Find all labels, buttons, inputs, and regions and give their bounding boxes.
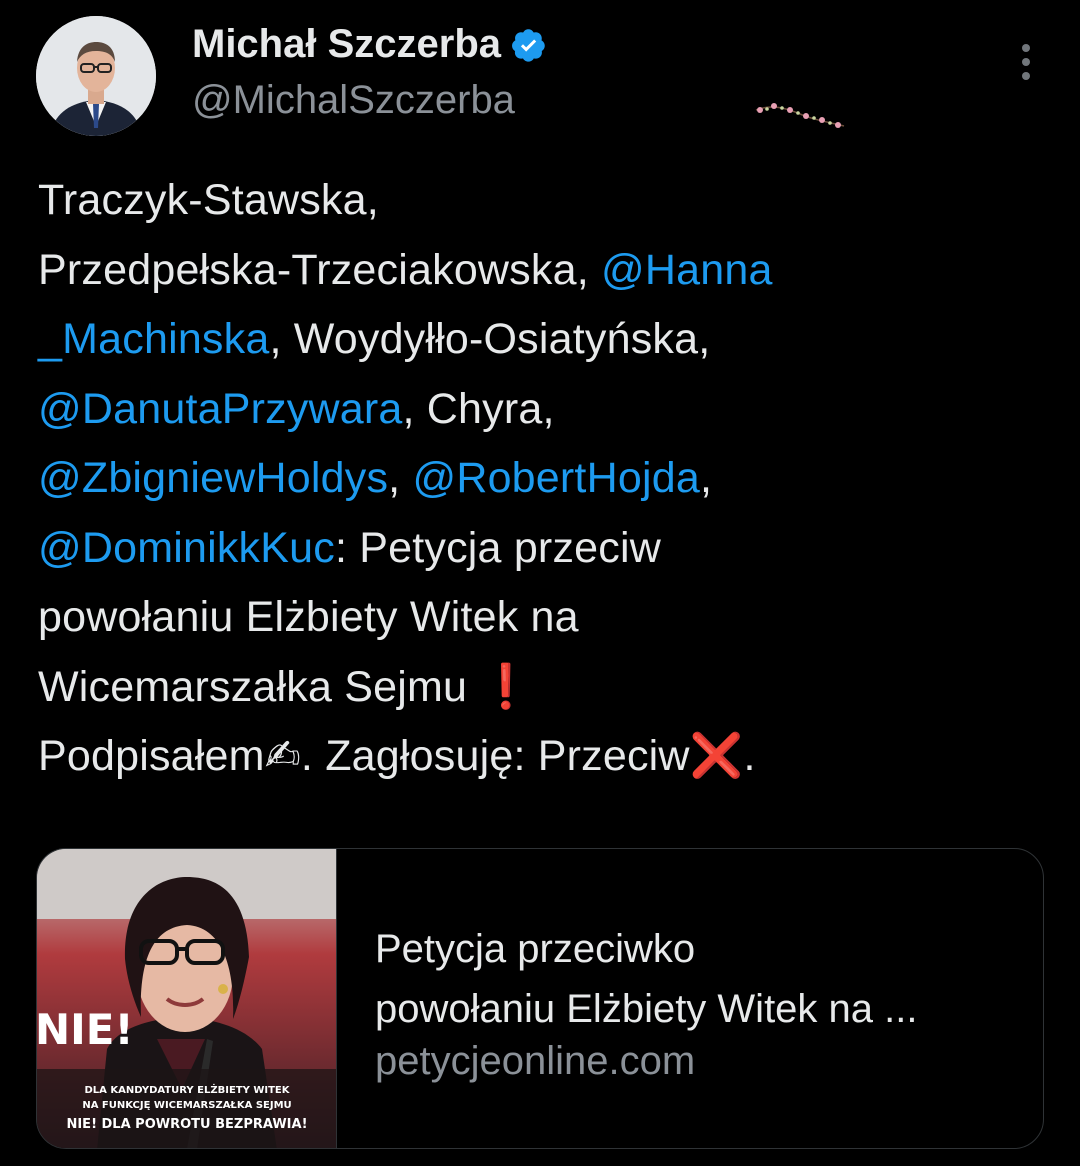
mention-link[interactable]: @Hanna — [601, 246, 773, 294]
image-caption-line1: DLA KANDYDATURY ELŻBIETY WITEK — [85, 1082, 291, 1096]
mention-link[interactable]: _Machinska — [38, 315, 269, 363]
tweet-text-line: @DominikkKuc: Petycja przeciw — [38, 514, 1058, 584]
tweet-text-segment: , Woydyłło-Osiatyńska, — [269, 315, 711, 363]
tweet-text-segment: , Chyra, — [402, 384, 555, 433]
tweet-text-line: Traczyk-Stawska, — [38, 166, 1058, 236]
verified-badge-icon — [511, 27, 547, 63]
avatar[interactable] — [36, 16, 156, 136]
tweet-text-line: Przedpełska-Trzeciakowska, @Hanna — [38, 236, 1058, 306]
tweet-text-line: powołaniu Elżbiety Witek na — [38, 583, 1058, 653]
link-preview-domain: petycjeonline.com — [375, 1039, 696, 1083]
mention-link[interactable]: @RobertHojda — [412, 454, 699, 502]
tweet-header: Michał Szczerba @MichalSzczerba — [36, 16, 1046, 146]
link-preview-image: NIE! DLA KANDYDATURY ELŻBIETY WITEK NA F… — [37, 849, 337, 1148]
image-big-text: NIE! — [37, 1005, 134, 1054]
link-preview-title-line2: powołaniu Elżbiety Witek na ... — [375, 987, 918, 1031]
mention-link[interactable]: @DominikkKuc — [38, 524, 335, 572]
tweet-text-segment: : Petycja przeciw — [334, 523, 661, 572]
tweet-text-segment: powołaniu Elżbiety Witek na — [38, 593, 579, 641]
flower-decoration-icon — [755, 103, 845, 128]
link-preview-card[interactable]: NIE! DLA KANDYDATURY ELŻBIETY WITEK NA F… — [36, 848, 1044, 1149]
link-preview-title-line1: Petycja przeciwko — [375, 927, 696, 971]
tweet-text-segment: , — [699, 454, 713, 502]
link-preview-title[interactable]: Petycja przeciwko powołaniu Elżbiety Wit… — [375, 919, 1015, 1039]
tweet-text-segment: Podpisałem — [38, 732, 265, 780]
more-options-icon[interactable] — [1020, 44, 1032, 84]
image-caption-line2: NA FUNKCJĘ WICEMARSZAŁKA SEJMU — [82, 1100, 291, 1111]
tweet-text-segment: . — [743, 732, 756, 780]
cross-mark-icon: ❌ — [689, 732, 744, 780]
mention-link[interactable]: @ZbigniewHoldys — [38, 454, 388, 502]
mention-link[interactable]: @DanutaPrzywara — [38, 385, 403, 433]
author-display-name[interactable]: Michał Szczerba — [192, 22, 501, 67]
exclamation-icon: ❗ — [479, 662, 534, 711]
author-handle[interactable]: @MichalSzczerba — [192, 78, 515, 123]
tweet-text-line: _Machinska, Woydyłło-Osiatyńska, — [38, 305, 1058, 375]
tweet-text-segment: Wicemarszałka Sejmu — [38, 662, 480, 711]
writing-hand-icon: ✍ — [264, 732, 301, 780]
tweet-text-line: @DanutaPrzywara, Chyra, — [38, 375, 1058, 445]
tweet-text-line: Wicemarszałka Sejmu ❗ — [38, 653, 1058, 723]
tweet-body: Traczyk-Stawska, Przedpełska-Trzeciakowsk… — [38, 166, 1058, 792]
tweet-text-line: @ZbigniewHoldys, @RobertHojda, — [38, 444, 1058, 514]
tweet-text-segment: Przedpełska-Trzeciakowska, — [38, 245, 601, 294]
author-name-row[interactable]: Michał Szczerba — [192, 22, 547, 67]
tweet-text-segment: Traczyk-Stawska, — [38, 176, 379, 224]
tweet-text-segment: , — [388, 454, 413, 502]
image-caption-line3: NIE! DLA POWROTU BEZPRAWIA! — [66, 1117, 307, 1132]
tweet-text-segment: . Zagłosuję: Przeciw — [300, 732, 690, 780]
tweet-text-line: Podpisałem✍. Zagłosuję: Przeciw❌. — [38, 722, 1058, 792]
